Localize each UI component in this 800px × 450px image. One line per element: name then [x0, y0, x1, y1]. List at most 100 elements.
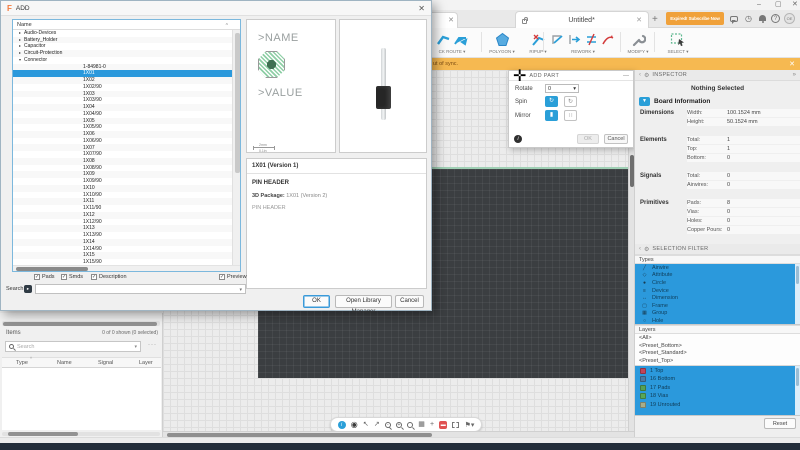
- tree-row[interactable]: 1X15: [13, 252, 233, 259]
- items-search-input[interactable]: Search ▾: [5, 341, 141, 352]
- tab-close-icon[interactable]: ✕: [448, 16, 454, 24]
- tree-row[interactable]: 1X10: [13, 184, 233, 192]
- tree-row[interactable]: 1X09: [13, 171, 233, 179]
- checkbox-icon[interactable]: ✓: [34, 274, 40, 280]
- cancel-button[interactable]: Cancel: [395, 295, 424, 308]
- tree-row[interactable]: 1X05: [13, 117, 233, 125]
- tree-row[interactable]: 1X08/90: [13, 165, 233, 172]
- bell-icon[interactable]: [759, 15, 766, 23]
- tree-row[interactable]: 1-84981-0: [13, 63, 233, 71]
- dock-icon[interactable]: —: [623, 73, 629, 79]
- tree-row[interactable]: ▾ Connector: [13, 57, 233, 64]
- overflow-icon[interactable]: »: [793, 72, 796, 78]
- close-icon[interactable]: ✕: [792, 1, 798, 9]
- tree-row[interactable]: 1X10/90: [13, 192, 233, 199]
- type-filter-item[interactable]: ● Circle: [635, 279, 800, 287]
- layer-preset-item[interactable]: <Preset_Standard>: [635, 350, 800, 358]
- items-top-scrollbar[interactable]: [2, 321, 160, 326]
- ok-button[interactable]: OK: [303, 295, 330, 308]
- maximize-icon[interactable]: ▢: [775, 1, 782, 9]
- rework-curve-icon[interactable]: [601, 32, 616, 47]
- tree-vertical-scrollbar[interactable]: [232, 30, 240, 266]
- stop-icon[interactable]: ▬: [439, 420, 448, 429]
- new-tab-button[interactable]: +: [652, 14, 658, 25]
- items-table-body[interactable]: [2, 368, 161, 430]
- tree-row[interactable]: ▸ Capacitor: [13, 43, 233, 50]
- layer-item[interactable]: 1 Top: [635, 366, 800, 375]
- scrollbar-thumb[interactable]: [796, 368, 799, 387]
- tree-row[interactable]: ▸ Battery_Holder: [13, 36, 233, 44]
- tree-row[interactable]: 1X05/90: [13, 124, 233, 131]
- tree-row[interactable]: 1X03/90: [13, 97, 233, 104]
- layer-item[interactable]: 18 Vias: [635, 392, 800, 401]
- expand-closed-icon[interactable]: ▸: [19, 43, 21, 50]
- checkbox-description[interactable]: ✓ Description: [91, 274, 127, 280]
- scrollbar-thumb[interactable]: [796, 266, 799, 284]
- collapse-icon[interactable]: ‹: [639, 72, 641, 78]
- spin-off-button[interactable]: ↻: [545, 96, 558, 107]
- tab-close-icon[interactable]: ✕: [636, 16, 642, 24]
- toolbar-group-modify[interactable]: MODIFY ▾: [622, 30, 654, 55]
- crosshair-icon[interactable]: +: [430, 420, 434, 429]
- board-information-row[interactable]: ▼ Board Information: [635, 95, 800, 109]
- types-scrollbar[interactable]: [795, 264, 800, 324]
- type-filter-item[interactable]: ╱ Airwire: [635, 264, 800, 272]
- items-bottom-scrollbar[interactable]: [2, 432, 160, 436]
- collapse-icon[interactable]: ‹: [639, 246, 641, 252]
- scrollbar-thumb[interactable]: [3, 321, 157, 326]
- dialog-titlebar[interactable]: F ADD ✕: [1, 1, 431, 16]
- scrollbar-thumb[interactable]: [16, 267, 88, 271]
- tree-row[interactable]: 1X11: [13, 198, 233, 206]
- tree-row[interactable]: 1X02/90: [13, 84, 233, 91]
- checkbox-preview[interactable]: ✓ Preview: [219, 274, 247, 280]
- pan-icon[interactable]: ↖: [363, 420, 369, 429]
- dialog-close-icon[interactable]: ✕: [418, 4, 425, 13]
- tree-row[interactable]: 1X06/90: [13, 138, 233, 145]
- scrollbar-thumb[interactable]: [8, 432, 78, 436]
- layers-scrollbar[interactable]: [795, 366, 800, 416]
- clock-icon[interactable]: ◷: [745, 14, 752, 24]
- tree-row[interactable]: 1X13/90: [13, 232, 233, 239]
- tree-row[interactable]: 1X11/90: [13, 205, 233, 212]
- comment-icon[interactable]: [730, 16, 738, 24]
- search-go-icon[interactable]: ▸: [24, 285, 32, 293]
- subscribe-button[interactable]: Expired! Subscribe Now: [666, 12, 724, 25]
- tree-row[interactable]: ▸ Audio-Devices: [13, 30, 233, 37]
- pin-icon[interactable]: ⚑▾: [465, 421, 475, 429]
- tree-horizontal-scrollbar[interactable]: [13, 265, 240, 271]
- tree-row[interactable]: 1X04: [13, 104, 233, 111]
- expand-open-icon[interactable]: ▾: [19, 57, 21, 64]
- tree-row[interactable]: 1X12/90: [13, 219, 233, 226]
- zoom-in-icon[interactable]: +: [396, 421, 402, 428]
- warning-close-icon[interactable]: ✕: [789, 60, 795, 68]
- polygon-icon[interactable]: [495, 32, 510, 47]
- type-filter-item[interactable]: ○ Hole: [635, 317, 800, 324]
- reset-button[interactable]: Reset: [764, 418, 796, 430]
- layer-preset-item[interactable]: <Preset_Top>: [635, 358, 800, 366]
- tree-row[interactable]: 1X07/90: [13, 151, 233, 158]
- tree-row[interactable]: 1X13: [13, 225, 233, 233]
- select-box-icon[interactable]: [452, 421, 460, 428]
- layer-item[interactable]: 16 Bottom: [635, 375, 800, 384]
- checkbox-icon[interactable]: ✓: [219, 274, 225, 280]
- tree-row[interactable]: 1X07: [13, 144, 233, 152]
- zoom-fit-icon[interactable]: [407, 421, 414, 428]
- expand-closed-icon[interactable]: ▸: [19, 50, 21, 57]
- column-name[interactable]: Name: [57, 360, 72, 366]
- tree-header[interactable]: Name ^: [13, 20, 240, 30]
- type-filter-item[interactable]: ▦ Group: [635, 310, 800, 318]
- select-icon[interactable]: [670, 32, 686, 47]
- layer-item[interactable]: 19 Unrouted: [635, 401, 800, 410]
- search-combobox[interactable]: ▾: [35, 284, 246, 294]
- tree-row[interactable]: ▸ Circuit-Protection: [13, 50, 233, 57]
- toolbar-group-quick-route[interactable]: CK ROUTE ▾: [424, 30, 480, 55]
- tree-row[interactable]: 1X08: [13, 157, 233, 165]
- tree-row[interactable]: 1X03: [13, 90, 233, 98]
- inspector-header[interactable]: ‹ ⚙ INSPECTOR »: [635, 70, 800, 81]
- rework-arrow-icon[interactable]: [567, 32, 582, 47]
- visibility-icon[interactable]: ◉: [351, 420, 358, 429]
- tree-row[interactable]: 1X01: [13, 70, 233, 78]
- tree-row[interactable]: 1X12: [13, 211, 233, 219]
- minimize-icon[interactable]: –: [757, 1, 761, 9]
- info-icon[interactable]: i: [514, 135, 522, 143]
